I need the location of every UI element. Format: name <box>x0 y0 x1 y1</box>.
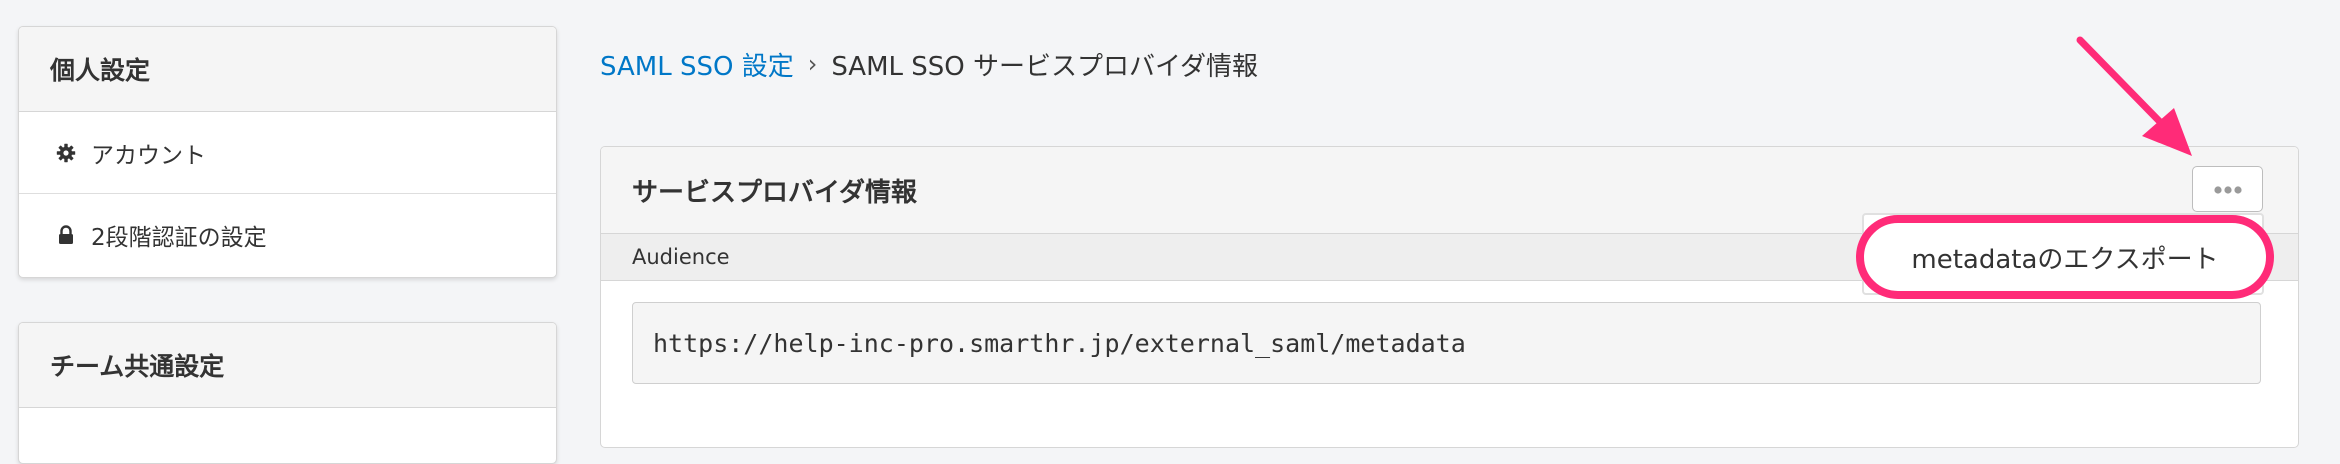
gear-icon <box>55 142 77 164</box>
breadcrumb-current: SAML SSO サービスプロバイダ情報 <box>831 51 1258 82</box>
breadcrumb-separator: › <box>807 50 818 78</box>
dropdown-item-export-metadata[interactable]: metadataのエクスポート <box>1856 215 2274 299</box>
team-settings-panel: チーム共通設定 <box>18 322 557 464</box>
arrow-icon <box>2076 36 2192 156</box>
personal-settings-title: 個人設定 <box>19 27 556 112</box>
audience-value-field[interactable]: https://help-inc-pro.smarthr.jp/external… <box>632 302 2261 384</box>
ellipsis-icon <box>2213 180 2243 199</box>
sidebar-item-account-label: アカウント <box>91 142 206 169</box>
lock-icon <box>55 224 77 246</box>
more-options-button[interactable] <box>2192 166 2263 212</box>
export-metadata-label: metadataのエクスポート <box>1911 244 2219 275</box>
personal-settings-panel: 個人設定 アカウント 2段階認証の設定 <box>18 26 557 278</box>
team-settings-title: チーム共通設定 <box>19 323 556 408</box>
breadcrumb: SAML SSO 設定 › SAML SSO サービスプロバイダ情報 <box>600 44 1258 84</box>
breadcrumb-link-saml-sso[interactable]: SAML SSO 設定 <box>600 46 794 83</box>
sidebar-item-account[interactable]: アカウント <box>19 112 556 194</box>
sidebar-item-two-factor-label: 2段階認証の設定 <box>91 224 267 251</box>
sidebar-item-two-factor[interactable]: 2段階認証の設定 <box>19 194 556 275</box>
